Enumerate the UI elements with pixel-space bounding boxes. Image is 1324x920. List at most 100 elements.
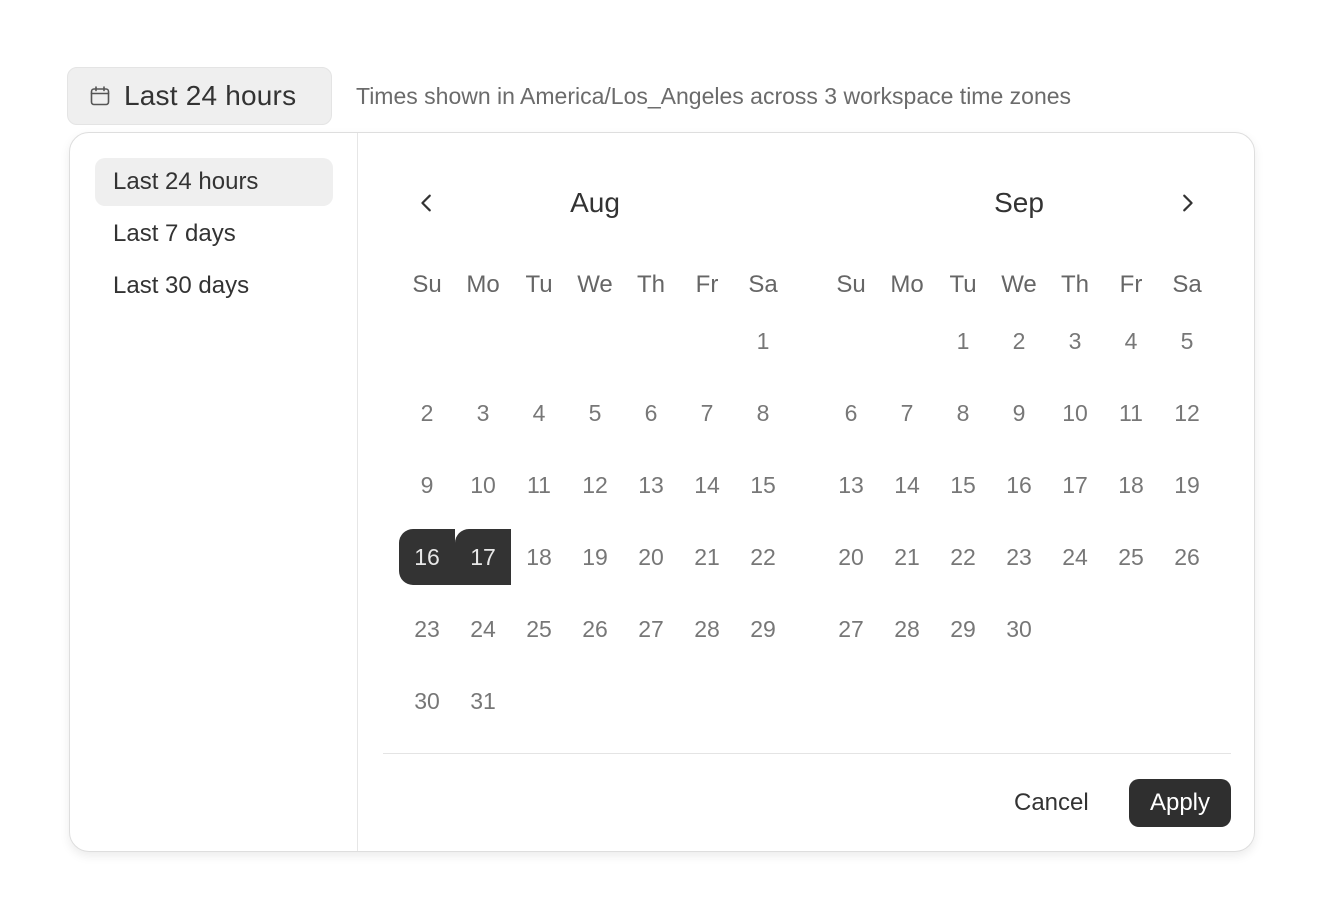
day-cell-aug-14[interactable]: 14 <box>679 457 735 513</box>
next-month-button[interactable] <box>1167 183 1207 223</box>
weekday-label: We <box>577 271 613 298</box>
week-row: 1 <box>399 313 791 385</box>
day-cell-aug-25[interactable]: 25 <box>511 601 567 657</box>
weekday-header-row: Su Mo Tu We Th Fr Sa <box>399 257 791 313</box>
weekday-label: Tu <box>949 271 977 298</box>
day-cell-sep-25[interactable]: 25 <box>1103 529 1159 585</box>
preset-list: Last 24 hours Last 7 days Last 30 days <box>70 133 358 851</box>
day-cell-aug-26[interactable]: 26 <box>567 601 623 657</box>
day-cell-sep-21[interactable]: 21 <box>879 529 935 585</box>
weekday-label: Su <box>836 271 866 298</box>
weekday-label: Su <box>412 271 442 298</box>
day-cell-aug-5[interactable]: 5 <box>567 385 623 441</box>
date-picker-popover: Last 24 hours Last 7 days Last 30 days A… <box>69 132 1255 852</box>
day-cell-sep-13[interactable]: 13 <box>823 457 879 513</box>
day-cell-sep-18[interactable]: 18 <box>1103 457 1159 513</box>
day-cell-aug-12[interactable]: 12 <box>567 457 623 513</box>
weekday-label: Fr <box>1119 271 1143 298</box>
empty-day-cell <box>567 673 623 729</box>
day-cell-sep-28[interactable]: 28 <box>879 601 935 657</box>
day-cell-aug-10[interactable]: 10 <box>455 457 511 513</box>
day-cell-sep-17[interactable]: 17 <box>1047 457 1103 513</box>
day-cell-aug-28[interactable]: 28 <box>679 601 735 657</box>
day-cell-aug-7[interactable]: 7 <box>679 385 735 441</box>
day-cell-sep-7[interactable]: 7 <box>879 385 935 441</box>
day-cell-aug-19[interactable]: 19 <box>567 529 623 585</box>
day-cell-sep-15[interactable]: 15 <box>935 457 991 513</box>
day-cell-aug-15[interactable]: 15 <box>735 457 791 513</box>
preset-last-7-days[interactable]: Last 7 days <box>95 210 333 258</box>
day-cell-aug-21[interactable]: 21 <box>679 529 735 585</box>
date-range-picker: Last 24 hours Times shown in America/Los… <box>0 0 1324 920</box>
day-cell-sep-14[interactable]: 14 <box>879 457 935 513</box>
day-cell-sep-1[interactable]: 1 <box>935 313 991 369</box>
calendar-grid-sep: Su Mo Tu We Th Fr Sa 1 2 3 4 5 6 7 8 9 10 11 12 13 14 15 16 17 1… <box>823 257 1215 673</box>
day-cell-sep-3[interactable]: 3 <box>1047 313 1103 369</box>
preset-last-24-hours[interactable]: Last 24 hours <box>95 158 333 206</box>
day-cell-sep-8[interactable]: 8 <box>935 385 991 441</box>
day-cell-sep-24[interactable]: 24 <box>1047 529 1103 585</box>
day-cell-sep-4[interactable]: 4 <box>1103 313 1159 369</box>
empty-day-cell <box>1103 601 1159 657</box>
day-cell-sep-9[interactable]: 9 <box>991 385 1047 441</box>
day-cell-sep-12[interactable]: 12 <box>1159 385 1215 441</box>
day-cell-sep-2[interactable]: 2 <box>991 313 1047 369</box>
footer-divider <box>383 753 1231 754</box>
preset-last-30-days[interactable]: Last 30 days <box>95 262 333 310</box>
day-cell-aug-20[interactable]: 20 <box>623 529 679 585</box>
day-cell-aug-11[interactable]: 11 <box>511 457 567 513</box>
day-cell-sep-19[interactable]: 19 <box>1159 457 1215 513</box>
date-range-trigger-button[interactable]: Last 24 hours <box>67 67 332 125</box>
week-row: 12345 <box>823 313 1215 385</box>
day-cell-sep-26[interactable]: 26 <box>1159 529 1215 585</box>
weekday-label: Mo <box>466 271 500 298</box>
day-cell-aug-2[interactable]: 2 <box>399 385 455 441</box>
day-cell-aug-30[interactable]: 30 <box>399 673 455 729</box>
day-cell-aug-1[interactable]: 1 <box>735 313 791 369</box>
weekday-label: Th <box>1060 271 1089 298</box>
weekday-label: Sa <box>748 271 778 298</box>
day-cell-aug-6[interactable]: 6 <box>623 385 679 441</box>
day-cell-sep-22[interactable]: 22 <box>935 529 991 585</box>
day-cell-aug-24[interactable]: 24 <box>455 601 511 657</box>
day-cell-sep-27[interactable]: 27 <box>823 601 879 657</box>
day-cell-aug-16[interactable]: 16 <box>399 529 455 585</box>
empty-day-cell <box>679 673 735 729</box>
trigger-label: Last 24 hours <box>124 80 297 111</box>
day-cell-aug-31[interactable]: 31 <box>455 673 511 729</box>
day-cell-aug-17[interactable]: 17 <box>455 529 511 585</box>
day-cell-sep-5[interactable]: 5 <box>1159 313 1215 369</box>
prev-month-button[interactable] <box>407 183 447 223</box>
day-cell-aug-13[interactable]: 13 <box>623 457 679 513</box>
day-cell-aug-8[interactable]: 8 <box>735 385 791 441</box>
empty-day-cell <box>1047 601 1103 657</box>
cancel-button[interactable]: Cancel <box>996 779 1107 827</box>
weekday-header-row: Su Mo Tu We Th Fr Sa <box>823 257 1215 313</box>
day-cell-sep-29[interactable]: 29 <box>935 601 991 657</box>
day-cell-sep-20[interactable]: 20 <box>823 529 879 585</box>
day-cell-aug-3[interactable]: 3 <box>455 385 511 441</box>
day-cell-aug-23[interactable]: 23 <box>399 601 455 657</box>
day-cell-aug-4[interactable]: 4 <box>511 385 567 441</box>
day-cell-aug-27[interactable]: 27 <box>623 601 679 657</box>
empty-day-cell <box>879 313 935 369</box>
month-title-sep: Sep <box>994 187 1044 218</box>
empty-day-cell <box>511 313 567 369</box>
week-row: 6 7 8 9 10 11 12 <box>823 385 1215 457</box>
day-cell-sep-16[interactable]: 16 <box>991 457 1047 513</box>
day-cell-aug-18[interactable]: 18 <box>511 529 567 585</box>
calendar-grid-aug: Su Mo Tu We Th Fr Sa 1 2 3 4 5 6 7 8 9 10 11 12 13 14 15 16 17 1… <box>399 257 791 745</box>
empty-day-cell <box>1159 601 1215 657</box>
week-row: 16 17 18 19 20 21 22 <box>399 529 791 601</box>
day-cell-sep-23[interactable]: 23 <box>991 529 1047 585</box>
day-cell-sep-6[interactable]: 6 <box>823 385 879 441</box>
day-cell-aug-9[interactable]: 9 <box>399 457 455 513</box>
day-cell-sep-30[interactable]: 30 <box>991 601 1047 657</box>
apply-button[interactable]: Apply <box>1129 779 1231 827</box>
day-cell-aug-22[interactable]: 22 <box>735 529 791 585</box>
day-cell-aug-29[interactable]: 29 <box>735 601 791 657</box>
day-cell-sep-11[interactable]: 11 <box>1103 385 1159 441</box>
day-cell-sep-10[interactable]: 10 <box>1047 385 1103 441</box>
empty-day-cell <box>823 313 879 369</box>
chevron-right-icon <box>1183 194 1193 212</box>
